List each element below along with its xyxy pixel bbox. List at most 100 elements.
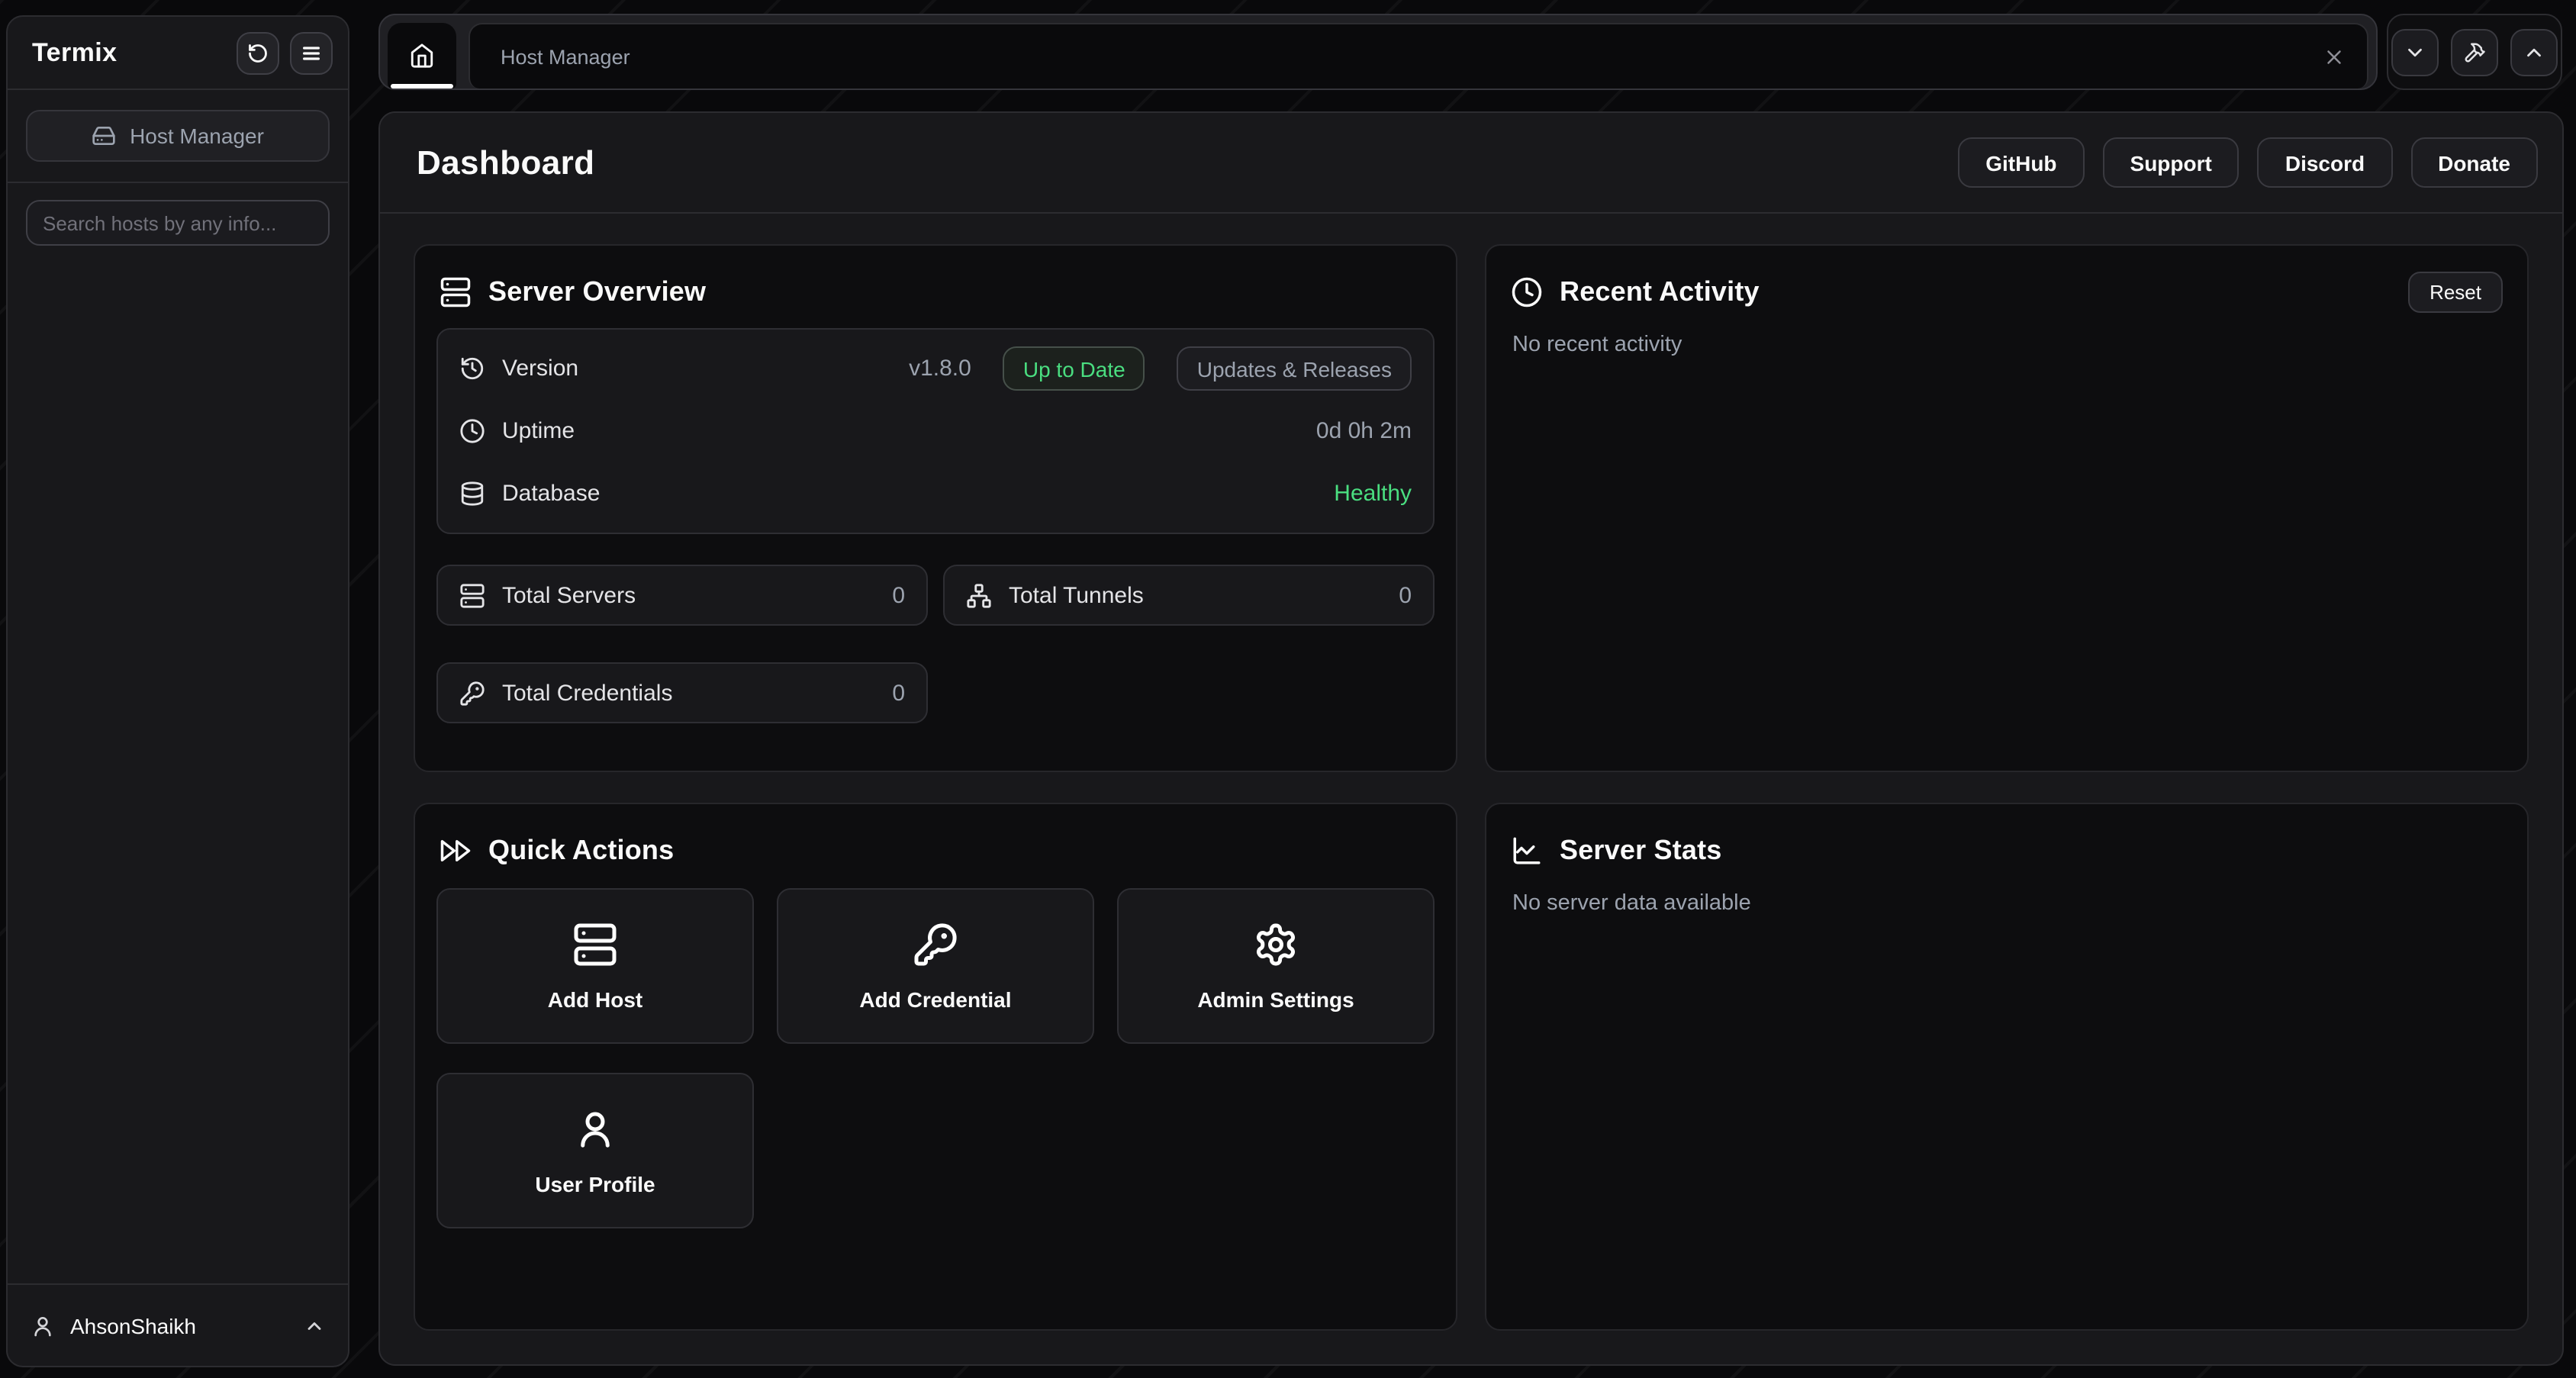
quick-actions-card: Quick Actions Add Host Add Credential: [414, 803, 1457, 1331]
chevron-up-icon: [304, 1315, 325, 1336]
stat-value: 0: [892, 582, 905, 608]
hammer-icon: [2463, 40, 2486, 63]
stat-label: Total Servers: [502, 582, 875, 608]
hard-drive-icon: [92, 124, 116, 148]
uptime-label: Uptime: [502, 418, 1299, 444]
donate-button[interactable]: Donate: [2410, 137, 2538, 188]
total-servers-tile: Total Servers 0: [436, 565, 928, 626]
server-overview-header: Server Overview: [436, 273, 1435, 310]
user-profile-button[interactable]: User Profile: [436, 1073, 754, 1228]
gear-icon: [1253, 921, 1299, 967]
server-icon: [440, 275, 472, 307]
collapse-button[interactable]: [2391, 28, 2439, 76]
quick-action-label: User Profile: [535, 1171, 655, 1196]
stat-label: Total Credentials: [502, 680, 875, 706]
clock-icon: [459, 418, 485, 444]
sidebar-section-host-manager: Host Manager: [8, 90, 348, 183]
tools-button[interactable]: [2451, 28, 2498, 76]
tab-home[interactable]: [388, 23, 456, 89]
admin-settings-button[interactable]: Admin Settings: [1117, 888, 1435, 1044]
server-overview-card: Server Overview Version v1.8.0 Up to Dat…: [414, 244, 1457, 772]
server-icon: [459, 582, 485, 608]
system-status-list: Version v1.8.0 Up to Date Updates & Rele…: [436, 328, 1435, 534]
server-icon: [572, 921, 618, 967]
add-credential-button[interactable]: Add Credential: [777, 888, 1094, 1044]
page-header: Dashboard GitHub Support Discord Donate: [380, 113, 2562, 214]
version-label: Version: [502, 356, 892, 382]
clock-icon: [1511, 275, 1543, 307]
sidebar-header: Termix: [8, 17, 348, 90]
tab-host-manager[interactable]: Host Manager: [469, 23, 2368, 89]
total-tunnels-tile: Total Tunnels 0: [943, 565, 1435, 626]
sidebar-item-host-manager[interactable]: Host Manager: [26, 110, 330, 162]
chevron-up-icon: [2523, 40, 2545, 63]
app-root: Termix Host Manager: [0, 0, 2576, 1378]
card-title: Recent Activity: [1560, 275, 1760, 307]
total-credentials-tile: Total Credentials 0: [436, 662, 928, 723]
version-value: v1.8.0: [909, 356, 971, 382]
sidebar: Termix Host Manager: [6, 15, 349, 1367]
card-title: Server Overview: [488, 275, 706, 307]
database-icon: [459, 481, 485, 507]
sidebar-item-label: Host Manager: [130, 124, 264, 148]
home-icon: [409, 43, 435, 69]
github-button[interactable]: GitHub: [1958, 137, 2084, 188]
version-row: Version v1.8.0 Up to Date Updates & Rele…: [459, 337, 1412, 400]
recent-activity-header: Recent Activity Reset: [1508, 273, 2506, 310]
menu-icon: [301, 42, 322, 63]
database-label: Database: [502, 481, 1317, 507]
discord-button[interactable]: Discord: [2258, 137, 2392, 188]
network-icon: [966, 582, 992, 608]
key-icon: [913, 921, 958, 967]
window-controls: [2387, 14, 2562, 90]
tab-label: Host Manager: [501, 45, 2323, 68]
updates-releases-button[interactable]: Updates & Releases: [1177, 346, 1412, 391]
quick-actions-header: Quick Actions: [436, 832, 1435, 868]
page-title: Dashboard: [417, 143, 1940, 182]
brand-logo: Termix: [32, 37, 117, 68]
server-stats-card: Server Stats No server data available: [1485, 803, 2529, 1331]
username-label: AhsonShaikh: [70, 1313, 288, 1338]
user-icon: [572, 1106, 618, 1151]
fast-forward-icon: [440, 834, 472, 866]
add-host-button[interactable]: Add Host: [436, 888, 754, 1044]
recent-activity-empty-text: No recent activity: [1512, 333, 2501, 357]
stat-label: Total Tunnels: [1009, 582, 1382, 608]
dashboard-content: Server Overview Version v1.8.0 Up to Dat…: [380, 214, 2562, 1364]
sidebar-header-buttons: [237, 31, 333, 74]
main-panel: Dashboard GitHub Support Discord Donate …: [378, 111, 2564, 1366]
support-button[interactable]: Support: [2103, 137, 2240, 188]
sidebar-section-search: [8, 183, 348, 262]
search-input[interactable]: [26, 200, 330, 246]
quick-action-label: Add Credential: [859, 987, 1011, 1011]
server-stats-empty-text: No server data available: [1512, 891, 2501, 916]
close-tab-icon[interactable]: [2323, 45, 2346, 68]
recent-activity-card: Recent Activity Reset No recent activity: [1485, 244, 2529, 772]
quick-actions-grid: Add Host Add Credential Admin Settings: [436, 888, 1435, 1228]
user-icon: [31, 1313, 55, 1338]
line-chart-icon: [1511, 834, 1543, 866]
uptime-value: 0d 0h 2m: [1316, 418, 1412, 444]
key-icon: [459, 680, 485, 706]
rotate-ccw-icon: [247, 42, 269, 63]
chevron-down-icon: [2404, 40, 2426, 63]
menu-button[interactable]: [290, 31, 333, 74]
history-icon: [459, 356, 485, 382]
server-stats-header: Server Stats: [1508, 832, 2506, 868]
database-status-badge: Healthy: [1334, 481, 1412, 507]
expand-button[interactable]: [2510, 28, 2558, 76]
tab-bar: Host Manager: [378, 14, 2378, 90]
user-menu[interactable]: AhsonShaikh: [8, 1283, 348, 1366]
quick-action-label: Admin Settings: [1197, 987, 1354, 1011]
database-row: Database Healthy: [459, 462, 1412, 525]
refresh-button[interactable]: [237, 31, 279, 74]
up-to-date-badge: Up to Date: [1003, 346, 1145, 391]
card-title: Server Stats: [1560, 834, 1722, 866]
card-title: Quick Actions: [488, 834, 674, 866]
reset-button[interactable]: Reset: [2408, 271, 2503, 312]
quick-action-label: Add Host: [548, 987, 642, 1011]
totals-grid: Total Servers 0 Total Tunnels 0: [436, 565, 1435, 723]
stat-value: 0: [892, 680, 905, 706]
uptime-row: Uptime 0d 0h 2m: [459, 400, 1412, 462]
stat-value: 0: [1399, 582, 1412, 608]
